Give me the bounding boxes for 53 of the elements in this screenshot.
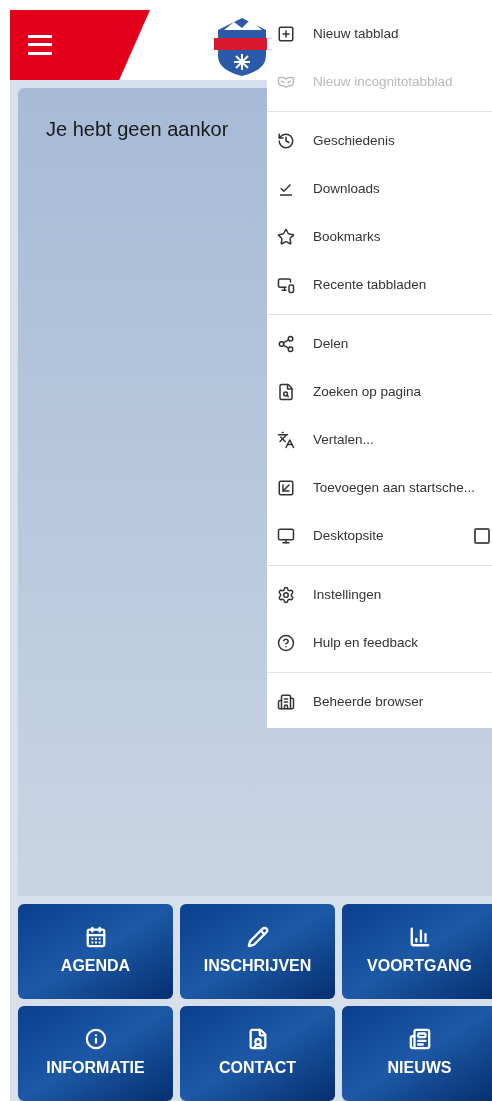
translate-icon [277,431,295,449]
menu-label: Toevoegen aan startsche... [313,478,476,497]
history-icon [277,132,295,150]
menu-label: Geschiedenis [313,131,395,150]
menu-item[interactable]: Instellingen [267,571,492,619]
find-in-page-icon [277,383,295,401]
menu-label: Desktopsite [313,526,384,545]
checkbox[interactable] [474,528,490,544]
menu-item[interactable]: Zoeken op pagina [267,368,492,416]
menu-item[interactable]: Desktopsite [267,512,492,560]
devices-icon [277,276,295,294]
menu-item[interactable]: Beheerde browser [267,678,492,726]
menu-item[interactable]: Nieuw tabblad [267,10,492,58]
star-icon [277,228,295,246]
monitor-icon [277,527,295,545]
menu-item[interactable]: Delen [267,320,492,368]
bar-chart-icon [408,925,431,948]
help-icon [277,634,295,652]
menu-item[interactable]: Downloads [267,165,492,213]
menu-item[interactable]: Bookmarks [267,213,492,261]
info-icon [84,1027,107,1050]
menu-label: Vertalen... [313,430,374,449]
menu-label: Instellingen [313,585,382,604]
menu-label: Recente tabbladen [313,275,427,294]
menu-item[interactable]: Vertalen... [267,416,492,464]
calendar-icon [84,925,107,948]
message-text: Je hebt geen aankor [46,117,229,140]
menu-label: Hulp en feedback [313,633,419,652]
menu-button[interactable] [28,34,52,55]
share-icon [277,335,295,353]
newspaper-icon [408,1027,431,1050]
settings-icon [277,586,295,604]
menu-label: Bookmarks [313,227,381,246]
menu-item[interactable]: Recente tabbladen [267,261,492,309]
menu-label: Downloads [313,179,380,198]
menu-label: Nieuw tabblad [313,24,399,43]
tile-button[interactable]: CONTACT [180,1006,335,1101]
menu-label: Delen [313,334,349,353]
tile-button[interactable]: AGENDA [18,904,173,999]
new-tab-icon [277,25,295,43]
add-to-home-icon [277,479,295,497]
building-icon [277,693,295,711]
menu-item[interactable]: Toevoegen aan startsche... [267,464,492,512]
menu-label: Beheerde browser [313,692,424,711]
pencil-icon [246,925,269,948]
menu-label: Nieuw incognitotabblad [313,72,453,91]
tile-button[interactable]: NIEUWS [342,1006,492,1101]
tile-button[interactable]: VOORTGANG [342,904,492,999]
menu-item[interactable]: Hulp en feedback [267,619,492,667]
menu-item[interactable]: Geschiedenis [267,117,492,165]
menu-label: Zoeken op pagina [313,382,422,401]
tile-button[interactable]: INFORMATIE [18,1006,173,1101]
tile-button[interactable]: INSCHRIJVEN [180,904,335,999]
